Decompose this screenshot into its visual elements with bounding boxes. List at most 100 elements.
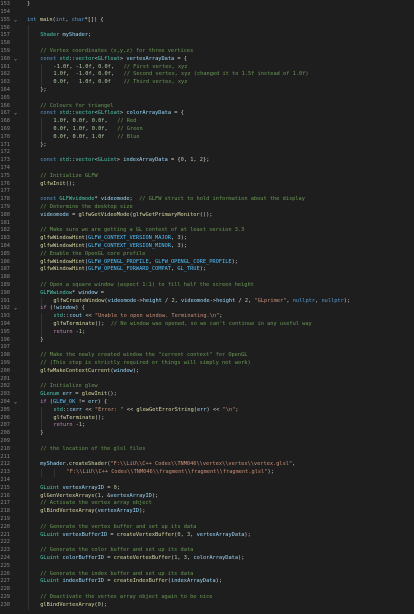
indent-guide	[28, 500, 29, 509]
token-keyword: const	[40, 196, 57, 203]
code-line[interactable]: 194 glfwTerminate(); // No window was ope…	[0, 321, 414, 329]
token-text: };	[40, 141, 47, 148]
code-line[interactable]: 207 return -1;	[0, 422, 414, 431]
code-line[interactable]: 228	[0, 586, 414, 594]
code-line[interactable]: 216 glGenVertexArrays(1, &vertexArrayID);	[0, 492, 414, 501]
code-text: // Activate the vertex array object	[40, 500, 152, 508]
code-line[interactable]: 175 // Initialize GLFW	[0, 172, 414, 181]
code-line[interactable]: 186 glfwWindowHint(GLFW_OPENGL_PROFILE, G…	[0, 258, 414, 267]
code-line[interactable]: 208}	[0, 430, 414, 438]
code-line[interactable]: 170 0.0f, 0.0f, 1.0f // Blue	[0, 133, 414, 142]
code-line[interactable]: 214	[0, 477, 414, 485]
code-line[interactable]: 184 glfwWindowHint(GLFW_CONTEXT_VERSION_M…	[0, 243, 414, 251]
code-line[interactable]: 191 glfwCreateWindow(videomode->height / …	[0, 297, 414, 306]
indent-guide	[28, 438, 29, 446]
code-line[interactable]: 187 glfwWindowHint(GLFW_OPENGL_FORWARD_CO…	[0, 266, 414, 275]
code-line[interactable]: 176 glfwInit();	[0, 180, 414, 189]
code-line[interactable]: 166 // Colours for triangel	[0, 102, 414, 111]
code-line[interactable]: 174	[0, 165, 414, 173]
code-line[interactable]: 203 GLenum err = glewInit();	[0, 391, 414, 399]
code-line[interactable]: 222	[0, 539, 414, 548]
fold-chevron-icon[interactable]: ⌄	[14, 56, 17, 64]
code-line[interactable]: 155 ⌄ int main(int, char*[]) {	[0, 17, 414, 25]
code-line[interactable]: 210 // the location of the glsl files	[0, 445, 414, 454]
code-line[interactable]: 171};	[0, 141, 414, 150]
token-comment: // Generate the color buffer and set up …	[40, 547, 194, 554]
code-editor[interactable]: 153} 154 155 ⌄ int main(int, char*[]) {156 15…	[0, 0, 414, 614]
indent-guide	[28, 282, 29, 290]
code-line[interactable]: 198 // Make the newly created window the …	[0, 352, 414, 360]
line-number: 156	[0, 24, 10, 31]
code-line[interactable]: 195 return -1;	[0, 328, 414, 337]
code-line[interactable]: 154	[0, 9, 414, 17]
token-macro: GLFW_CONTEXT_VERSION_MAJOR	[88, 235, 171, 242]
code-line[interactable]: 163 0.0f, 1.0f, 0.0f // Third vertex, xyz	[0, 79, 414, 87]
fold-chevron-icon[interactable]: ⌄	[14, 110, 17, 118]
indent-guide	[28, 110, 29, 119]
code-line[interactable]: 188	[0, 274, 414, 282]
fold-chevron-icon[interactable]: ⌄	[14, 305, 17, 313]
fold-chevron-icon[interactable]: ⌄	[14, 17, 17, 25]
code-line[interactable]: 209	[0, 438, 414, 446]
token-function: main	[39, 16, 53, 23]
code-line[interactable]: 185 // Enable the OpenGL core profile	[0, 250, 414, 259]
code-line[interactable]: 181	[0, 219, 414, 228]
code-line[interactable]: 219	[0, 516, 414, 524]
code-line[interactable]: 180 videomode = glfwGetVideoMode(glfwGetP…	[0, 211, 414, 220]
code-line[interactable]: 200 glfwMakeContextCurrent(window);	[0, 367, 414, 376]
code-line[interactable]: 162 1.0f, -1.0f, 0.0f, // Second vertex, …	[0, 71, 414, 80]
code-line[interactable]: 218 glBindVertexArray(vertexArrayID);	[0, 508, 414, 516]
code-line[interactable]: 206 glfwTerminate();	[0, 414, 414, 423]
code-line[interactable]: 230 glBindVertexArray(0);	[0, 601, 414, 610]
code-line[interactable]: 223 // Generate the color buffer and set …	[0, 547, 414, 555]
code-line[interactable]: 197	[0, 344, 414, 353]
code-line[interactable]: 205 std::cerr << "Error: " << glewGetErro…	[0, 406, 414, 415]
code-line[interactable]: 189 // Open a square window (aspect 1:1) …	[0, 282, 414, 290]
code-line[interactable]: 172	[0, 149, 414, 158]
code-line[interactable]: 211	[0, 453, 414, 462]
code-line[interactable]: 225	[0, 562, 414, 571]
code-line[interactable]: 160 ⌄ const std::vector<GLfloat> vertexArr…	[0, 55, 414, 64]
code-line[interactable]: 183 glfwWindowHint(GLFW_CONTEXT_VERSION_M…	[0, 235, 414, 243]
code-line[interactable]: 196}	[0, 336, 414, 345]
code-line[interactable]: 168 1.0f, 0.0f, 0.0f, // Red	[0, 118, 414, 126]
code-line[interactable]: 169 0.0f, 1.0f, 0.0f, // Green	[0, 126, 414, 134]
code-line[interactable]: 215 GLuint vertexArrayID = 0;	[0, 484, 414, 493]
code-line[interactable]: 164};	[0, 87, 414, 95]
indent-guide	[28, 469, 29, 477]
code-line[interactable]: 167 ⌄ const std::vector<GLfloat> colorArra…	[0, 110, 414, 119]
code-line[interactable]: 221 GLuint vertexBufferID = createVertexB…	[0, 531, 414, 540]
code-line[interactable]: 212 myShader.createShader("F:\\LiU\\C++ C…	[0, 461, 414, 470]
code-line[interactable]: 156	[0, 24, 414, 33]
code-line[interactable]: 213 "F:\\LiU\\C++ Codes\\TNM046\\fragment…	[0, 469, 414, 477]
code-line[interactable]: 204 ⌄ if (GLEW_OK != err) {	[0, 399, 414, 407]
code-line[interactable]: 190 GLFWwindow* window =	[0, 289, 414, 298]
code-line[interactable]: 202 // Initialize glew	[0, 383, 414, 392]
token-text: );	[180, 243, 187, 249]
code-line[interactable]: 201	[0, 375, 414, 384]
code-line[interactable]: 220 // Generate the vertex buffer and set…	[0, 523, 414, 532]
code-line[interactable]: 159 // Vertex coordinates (x,y,z) for thr…	[0, 48, 414, 56]
code-line[interactable]: 182 // Make sure we are getting a GL cont…	[0, 227, 414, 236]
fold-chevron-icon[interactable]: ⌄	[14, 399, 17, 407]
code-line[interactable]: 177	[0, 188, 414, 197]
code-line[interactable]: 193 std::cout << "Unable to open window. …	[0, 313, 414, 321]
code-line[interactable]: 192 ⌄ if (!window) {	[0, 305, 414, 314]
code-line[interactable]: 199 // (This step is strictly required or…	[0, 360, 414, 368]
code-line[interactable]: 158	[0, 40, 414, 48]
code-line[interactable]: 165	[0, 94, 414, 103]
code-line[interactable]: 226 // Generate the index buffer and set …	[0, 570, 414, 579]
code-line[interactable]: 179 // Determine the desktop size	[0, 204, 414, 212]
code-line[interactable]: 227 GLuint indexBufferID = createIndexBuf…	[0, 578, 414, 587]
code-line[interactable]: 161 -1.0f, -1.0f, 0.0f, // First vertex, …	[0, 63, 414, 72]
code-line[interactable]: 229 // Deactivate the vertex array object…	[0, 594, 414, 602]
code-line[interactable]: 224 GLuint colorBufferID = createVertexBu…	[0, 555, 414, 563]
indent-guide	[28, 48, 29, 56]
code-line[interactable]: 153}	[0, 1, 414, 9]
code-line[interactable]: 157 Shader myShader;	[0, 32, 414, 41]
code-line[interactable]: 217 // Activate the vertex array object	[0, 500, 414, 509]
token-text: ;	[82, 422, 86, 429]
code-line[interactable]: 178 const GLFWvidmode* videomode; // GLFW…	[0, 196, 414, 204]
token-type: GLuint	[40, 484, 60, 491]
code-line[interactable]: 173 const std::vector<GLuint> indexArrayD…	[0, 157, 414, 165]
